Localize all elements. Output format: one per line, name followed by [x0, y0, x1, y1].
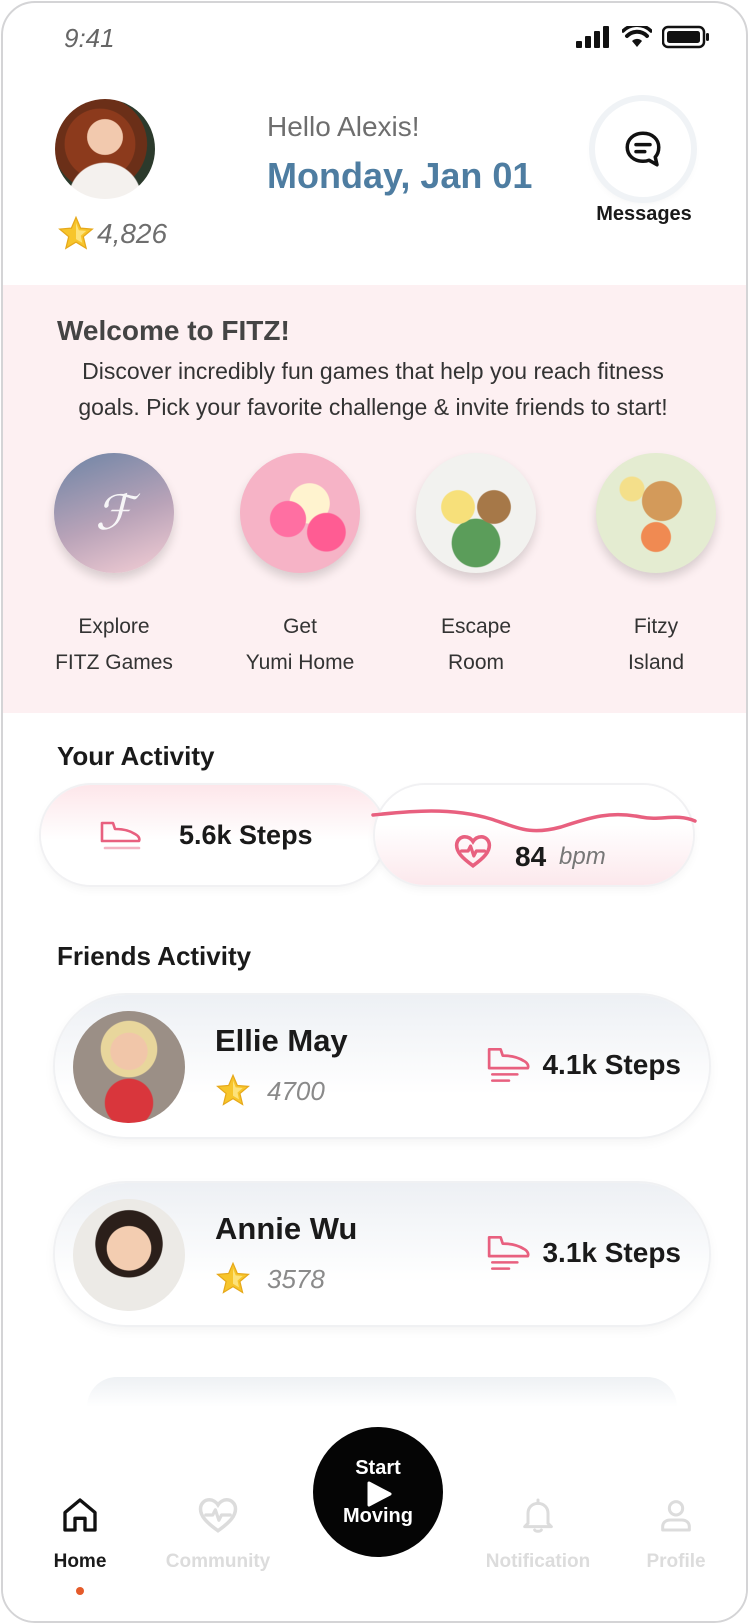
- tab-profile-label: Profile: [646, 1551, 706, 1572]
- game-label: Escape Room: [440, 615, 512, 674]
- steps-value: 5.6k Steps: [179, 819, 313, 850]
- game-label: Explore FITZ Games: [55, 615, 173, 674]
- tab-profile[interactable]: Profile: [611, 1487, 741, 1573]
- star-icon: [216, 1073, 250, 1106]
- tab-community-label: Community: [165, 1551, 271, 1572]
- game-escape-room[interactable]: Escape Room: [401, 453, 551, 681]
- messages-button[interactable]: [595, 101, 691, 197]
- points-value: 4,826: [97, 218, 168, 249]
- friend-points: 4700: [215, 1073, 325, 1109]
- heart-icon: [454, 834, 492, 868]
- steps-card[interactable]: 5.6k Steps: [41, 785, 385, 885]
- home-icon: [63, 1498, 97, 1532]
- friend-name: Ellie May: [215, 1023, 348, 1058]
- wifi-icon: [622, 26, 652, 47]
- game-label: Get Yumi Home: [245, 615, 355, 674]
- escape-room-image: [416, 453, 536, 573]
- friend-steps-value: 4.1k Steps: [542, 1049, 681, 1080]
- welcome-description: Discover incredibly fun games that help …: [78, 358, 668, 420]
- play-icon: [367, 1481, 392, 1507]
- tab-home-label: Home: [53, 1551, 107, 1572]
- battery-icon: [662, 25, 709, 49]
- status-time: 9:41: [64, 23, 115, 53]
- friend-points-value: 3578: [267, 1263, 325, 1294]
- fitzy-island-image: [596, 453, 716, 573]
- start-label: Start: [355, 1457, 401, 1479]
- friend-steps: 4.1k Steps: [486, 1045, 681, 1085]
- friend-steps: 3.1k Steps: [486, 1233, 681, 1273]
- game-yumi-home[interactable]: Get Yumi Home: [225, 453, 375, 681]
- game-fitzy-island[interactable]: Fitzy Island: [581, 453, 731, 681]
- friends-activity-title: Friends Activity: [57, 941, 252, 971]
- user-points: 4,826: [57, 215, 167, 253]
- friend-card[interactable]: Ellie May 4700 4.1k Steps: [55, 995, 709, 1137]
- heart-rate-icon: [198, 1498, 238, 1533]
- tab-home[interactable]: Home: [15, 1487, 145, 1595]
- messages-label[interactable]: Messages: [583, 203, 705, 226]
- tab-notification[interactable]: Notification: [473, 1487, 603, 1573]
- user-avatar[interactable]: [55, 99, 155, 199]
- friend-card-peek[interactable]: [87, 1377, 677, 1407]
- welcome-title: Welcome to FITZ!: [57, 315, 290, 346]
- tab-notification-label: Notification: [485, 1551, 591, 1572]
- bpm-value: 84: [515, 841, 547, 872]
- shoe-icon: [100, 821, 141, 850]
- friend-card[interactable]: Annie Wu 3578 3.1k Steps: [55, 1183, 709, 1325]
- friend-avatar: [73, 1199, 185, 1311]
- yumi-character-image: [240, 453, 360, 573]
- friend-points: 3578: [215, 1261, 325, 1297]
- friend-steps-value: 3.1k Steps: [542, 1237, 681, 1268]
- start-moving-button[interactable]: Start Moving: [313, 1427, 443, 1557]
- game-explore-fitz[interactable]: ℱ Explore FITZ Games: [39, 453, 189, 681]
- signal-icon: [576, 26, 609, 48]
- bpm-unit: bpm: [559, 843, 606, 870]
- heart-rate-card[interactable]: 84 bpm: [371, 785, 697, 885]
- heart-rate-wave: [371, 809, 697, 833]
- your-activity-title: Your Activity: [57, 741, 215, 771]
- star-icon: [58, 215, 94, 250]
- game-label: Fitzy Island: [627, 615, 685, 674]
- current-date: Monday, Jan 01: [267, 155, 533, 196]
- friend-avatar: [73, 1011, 185, 1123]
- phone-frame: 9:41 4,826 Hello Alexis! Monday, Jan 01: [1, 1, 748, 1623]
- tab-community[interactable]: Community: [153, 1487, 283, 1573]
- status-icons: [576, 25, 710, 49]
- chat-icon: [625, 131, 661, 167]
- bell-icon: [523, 1498, 553, 1533]
- fitz-logo-icon: ℱ: [54, 453, 174, 573]
- user-icon: [661, 1500, 691, 1532]
- shoe-icon: [488, 1047, 531, 1082]
- star-icon: [216, 1261, 250, 1294]
- friend-name: Annie Wu: [215, 1211, 358, 1246]
- shoe-icon: [488, 1235, 531, 1270]
- active-tab-indicator: [76, 1587, 84, 1595]
- moving-label: Moving: [343, 1505, 413, 1527]
- friend-points-value: 4700: [267, 1075, 325, 1106]
- welcome-panel: Welcome to FITZ! Discover incredibly fun…: [3, 285, 746, 713]
- greeting-text: Hello Alexis!: [267, 111, 420, 142]
